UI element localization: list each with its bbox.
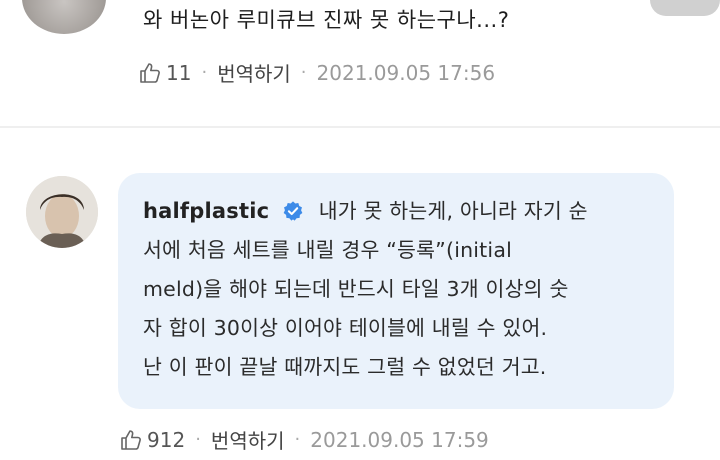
comment-line: halfplastic 내가 못 하는게, 아니라 자기 순: [143, 192, 663, 231]
meta-separator: ·: [195, 429, 201, 450]
comment-meta: 11 · 번역하기 · 2021.09.05 17:56: [138, 58, 495, 87]
avatar[interactable]: [22, 0, 106, 34]
like-icon[interactable]: [119, 428, 143, 452]
like-icon[interactable]: [138, 61, 162, 85]
comment-meta: 912 · 번역하기 · 2021.09.05 17:59: [119, 425, 489, 454]
like-count: 11: [166, 60, 192, 85]
comment-line: 난 이 판이 끝날 때까지도 그럴 수 없었던 거고.: [143, 355, 547, 379]
verified-badge-icon: [283, 201, 303, 221]
overlay-badge: [650, 0, 720, 16]
username[interactable]: halfplastic: [143, 199, 269, 223]
translate-button[interactable]: 번역하기: [217, 58, 291, 87]
comment-text: 와 버논아 루미큐브 진짜 못 하는구나...?: [143, 8, 510, 32]
like-count: 912: [147, 427, 186, 452]
meta-separator: ·: [300, 62, 307, 83]
comment-line-text: 내가 못 하는게, 아니라 자기 순: [318, 199, 588, 223]
avatar[interactable]: [26, 176, 98, 248]
comment-date: 2021.09.05 17:56: [316, 60, 496, 85]
meta-separator: ·: [294, 429, 301, 450]
divider: [0, 126, 720, 128]
comment-line: 서에 처음 세트를 내릴 경우 “등록”(initial: [143, 238, 512, 262]
avatar-photo: [26, 176, 98, 248]
translate-button[interactable]: 번역하기: [211, 425, 285, 454]
comment-date: 2021.09.05 17:59: [310, 427, 489, 452]
top-comment: 와 버논아 루미큐브 진짜 못 하는구나...? 11 · 번역하기 · 202…: [0, 0, 720, 112]
meta-separator: ·: [201, 62, 208, 83]
reply-comment-text: halfplastic 내가 못 하는게, 아니라 자기 순 서에 처음 세트를…: [143, 192, 663, 387]
comment-line: meld)을 해야 되는데 반드시 타일 3개 이상의 숫: [143, 277, 569, 301]
comment-line: 자 합이 30이상 이어야 테이블에 내릴 수 있어.: [143, 316, 548, 340]
